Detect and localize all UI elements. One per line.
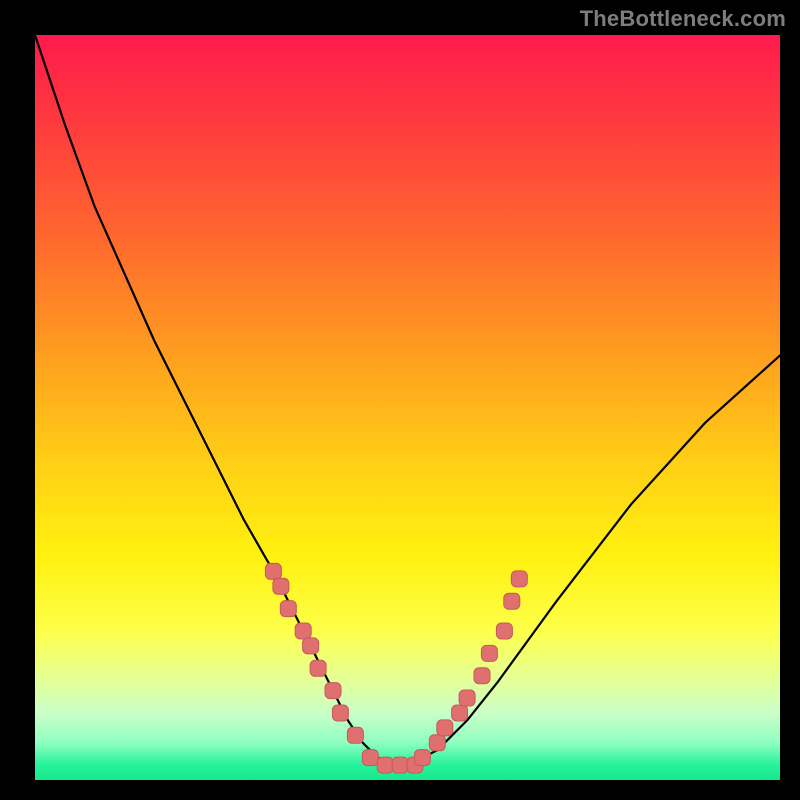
curve-marker [295, 623, 311, 639]
curve-marker [273, 578, 289, 594]
curve-marker [511, 571, 527, 587]
curve-marker [429, 735, 445, 751]
curve-marker [392, 757, 408, 773]
curve-markers [265, 563, 527, 773]
curve-marker [347, 727, 363, 743]
curve-marker [414, 750, 430, 766]
curve-marker [452, 705, 468, 721]
curve-marker [332, 705, 348, 721]
curve-marker [474, 668, 490, 684]
curve-marker [481, 645, 497, 661]
curve-marker [504, 593, 520, 609]
bottleneck-curve [35, 35, 780, 765]
curve-marker [496, 623, 512, 639]
chart-plot-area [35, 35, 780, 780]
curve-marker [265, 563, 281, 579]
curve-marker [303, 638, 319, 654]
curve-marker [377, 757, 393, 773]
curve-marker [459, 690, 475, 706]
curve-marker [325, 683, 341, 699]
curve-marker [437, 720, 453, 736]
curve-marker [362, 750, 378, 766]
curve-marker [280, 601, 296, 617]
watermark-text: TheBottleneck.com [580, 6, 786, 32]
curve-marker [310, 660, 326, 676]
chart-svg [35, 35, 780, 780]
chart-frame: TheBottleneck.com [0, 0, 800, 800]
